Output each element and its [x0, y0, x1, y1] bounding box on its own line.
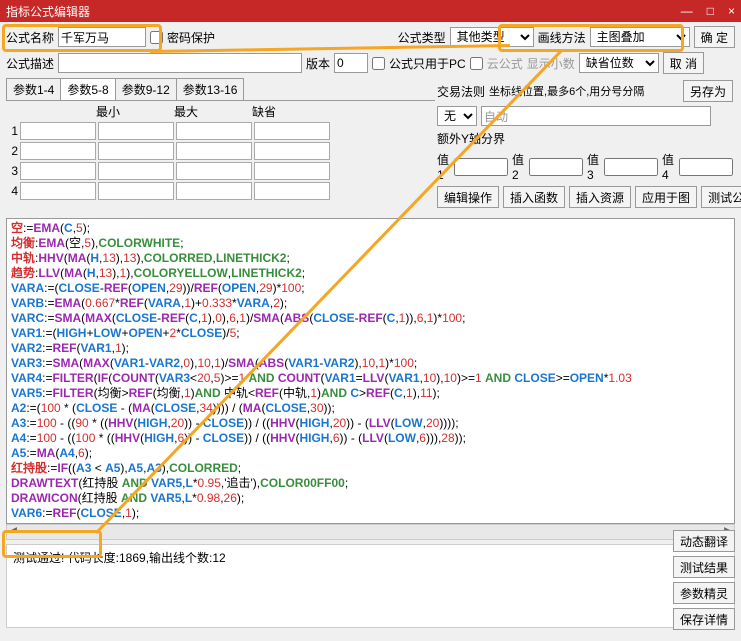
h-scrollbar[interactable] [6, 524, 735, 540]
cloud-label: 云公式 [487, 55, 523, 72]
name-label: 公式名称 [6, 29, 54, 46]
dynamic-translate-button[interactable]: 动态翻译 [673, 530, 735, 552]
insert-res-button[interactable]: 插入资源 [569, 186, 631, 208]
param-name-4[interactable] [20, 182, 96, 200]
param-min-1[interactable] [98, 122, 174, 140]
ver-label: 版本 [306, 55, 330, 72]
draw-select[interactable]: 主图叠加 [590, 27, 690, 47]
tab-params-1-4[interactable]: 参数1-4 [6, 78, 61, 100]
rule-auto-input[interactable] [481, 106, 711, 126]
param-tabs: 参数1-4 参数5-8 参数9-12 参数13-16 [6, 78, 435, 101]
saveas-button[interactable]: 另存为 [683, 80, 733, 102]
param-min-3[interactable] [98, 162, 174, 180]
name-input[interactable] [58, 27, 146, 47]
close-icon[interactable]: × [728, 4, 735, 18]
titlebar: 指标公式编辑器 — □ × [0, 0, 741, 22]
param-min-2[interactable] [98, 142, 174, 160]
cancel-button[interactable]: 取 消 [663, 52, 704, 74]
save-detail-button[interactable]: 保存详情 [673, 608, 735, 630]
param-wizard-button[interactable]: 参数精灵 [673, 582, 735, 604]
hdr-max: 最大 [174, 103, 198, 120]
param-name-1[interactable] [20, 122, 96, 140]
draw-label: 画线方法 [538, 29, 586, 46]
window-title: 指标公式编辑器 [6, 3, 90, 20]
param-def-2[interactable] [254, 142, 330, 160]
tab-params-9-12[interactable]: 参数9-12 [115, 78, 177, 100]
v1-input[interactable] [454, 158, 508, 176]
pconly-label: 公式只用于PC [389, 55, 466, 72]
param-min-4[interactable] [98, 182, 174, 200]
v4-label: 值4 [662, 151, 675, 182]
param-name-3[interactable] [20, 162, 96, 180]
rule-label: 交易法则 [437, 83, 485, 100]
code-editor[interactable]: 空:=EMA(C,5);均衡:EMA(空,5),COLORWHITE;中轨:HH… [6, 218, 735, 524]
param-max-1[interactable] [176, 122, 252, 140]
v3-input[interactable] [604, 158, 658, 176]
v2-label: 值2 [512, 151, 525, 182]
param-def-4[interactable] [254, 182, 330, 200]
param-def-1[interactable] [254, 122, 330, 140]
rule-mode-select[interactable]: 无 [437, 106, 477, 126]
insert-fn-button[interactable]: 插入函数 [503, 186, 565, 208]
hdr-min: 最小 [96, 103, 120, 120]
v2-input[interactable] [529, 158, 583, 176]
maximize-icon[interactable]: □ [707, 4, 714, 18]
edit-ops-button[interactable]: 编辑操作 [437, 186, 499, 208]
minimize-icon[interactable]: — [681, 4, 693, 18]
cloud-checkbox[interactable] [470, 57, 483, 70]
desc-label: 公式描述 [6, 55, 54, 72]
tab-params-5-8[interactable]: 参数5-8 [60, 78, 115, 100]
desc-input[interactable] [58, 53, 302, 73]
dec-label: 显示小数 [527, 55, 575, 72]
param-max-3[interactable] [176, 162, 252, 180]
v3-label: 值3 [587, 151, 600, 182]
ver-input[interactable] [334, 53, 368, 73]
xlabel: 坐标线位置,最多6个,用分号分隔 [489, 83, 644, 99]
dec-select[interactable]: 缺省位数 [579, 53, 659, 73]
test-formula-button[interactable]: 测试公式 [701, 186, 741, 208]
pwd-label: 密码保护 [167, 29, 215, 46]
type-label: 公式类型 [398, 29, 446, 46]
param-max-2[interactable] [176, 142, 252, 160]
pconly-checkbox[interactable] [372, 57, 385, 70]
status-bar: 测试通过! 代码长度:1869,输出线个数:12 [6, 544, 735, 628]
type-select[interactable]: 其他类型 [450, 27, 534, 47]
test-result-button[interactable]: 测试结果 [673, 556, 735, 578]
tab-params-13-16[interactable]: 参数13-16 [176, 78, 245, 100]
param-name-2[interactable] [20, 142, 96, 160]
param-def-3[interactable] [254, 162, 330, 180]
extra-y-label: 额外Y轴分界 [437, 130, 505, 147]
apply-chart-button[interactable]: 应用于图 [635, 186, 697, 208]
hdr-def: 缺省 [252, 103, 276, 120]
ok-button[interactable]: 确 定 [694, 26, 735, 48]
v4-input[interactable] [679, 158, 733, 176]
v1-label: 值1 [437, 151, 450, 182]
pwd-checkbox[interactable] [150, 31, 163, 44]
param-max-4[interactable] [176, 182, 252, 200]
